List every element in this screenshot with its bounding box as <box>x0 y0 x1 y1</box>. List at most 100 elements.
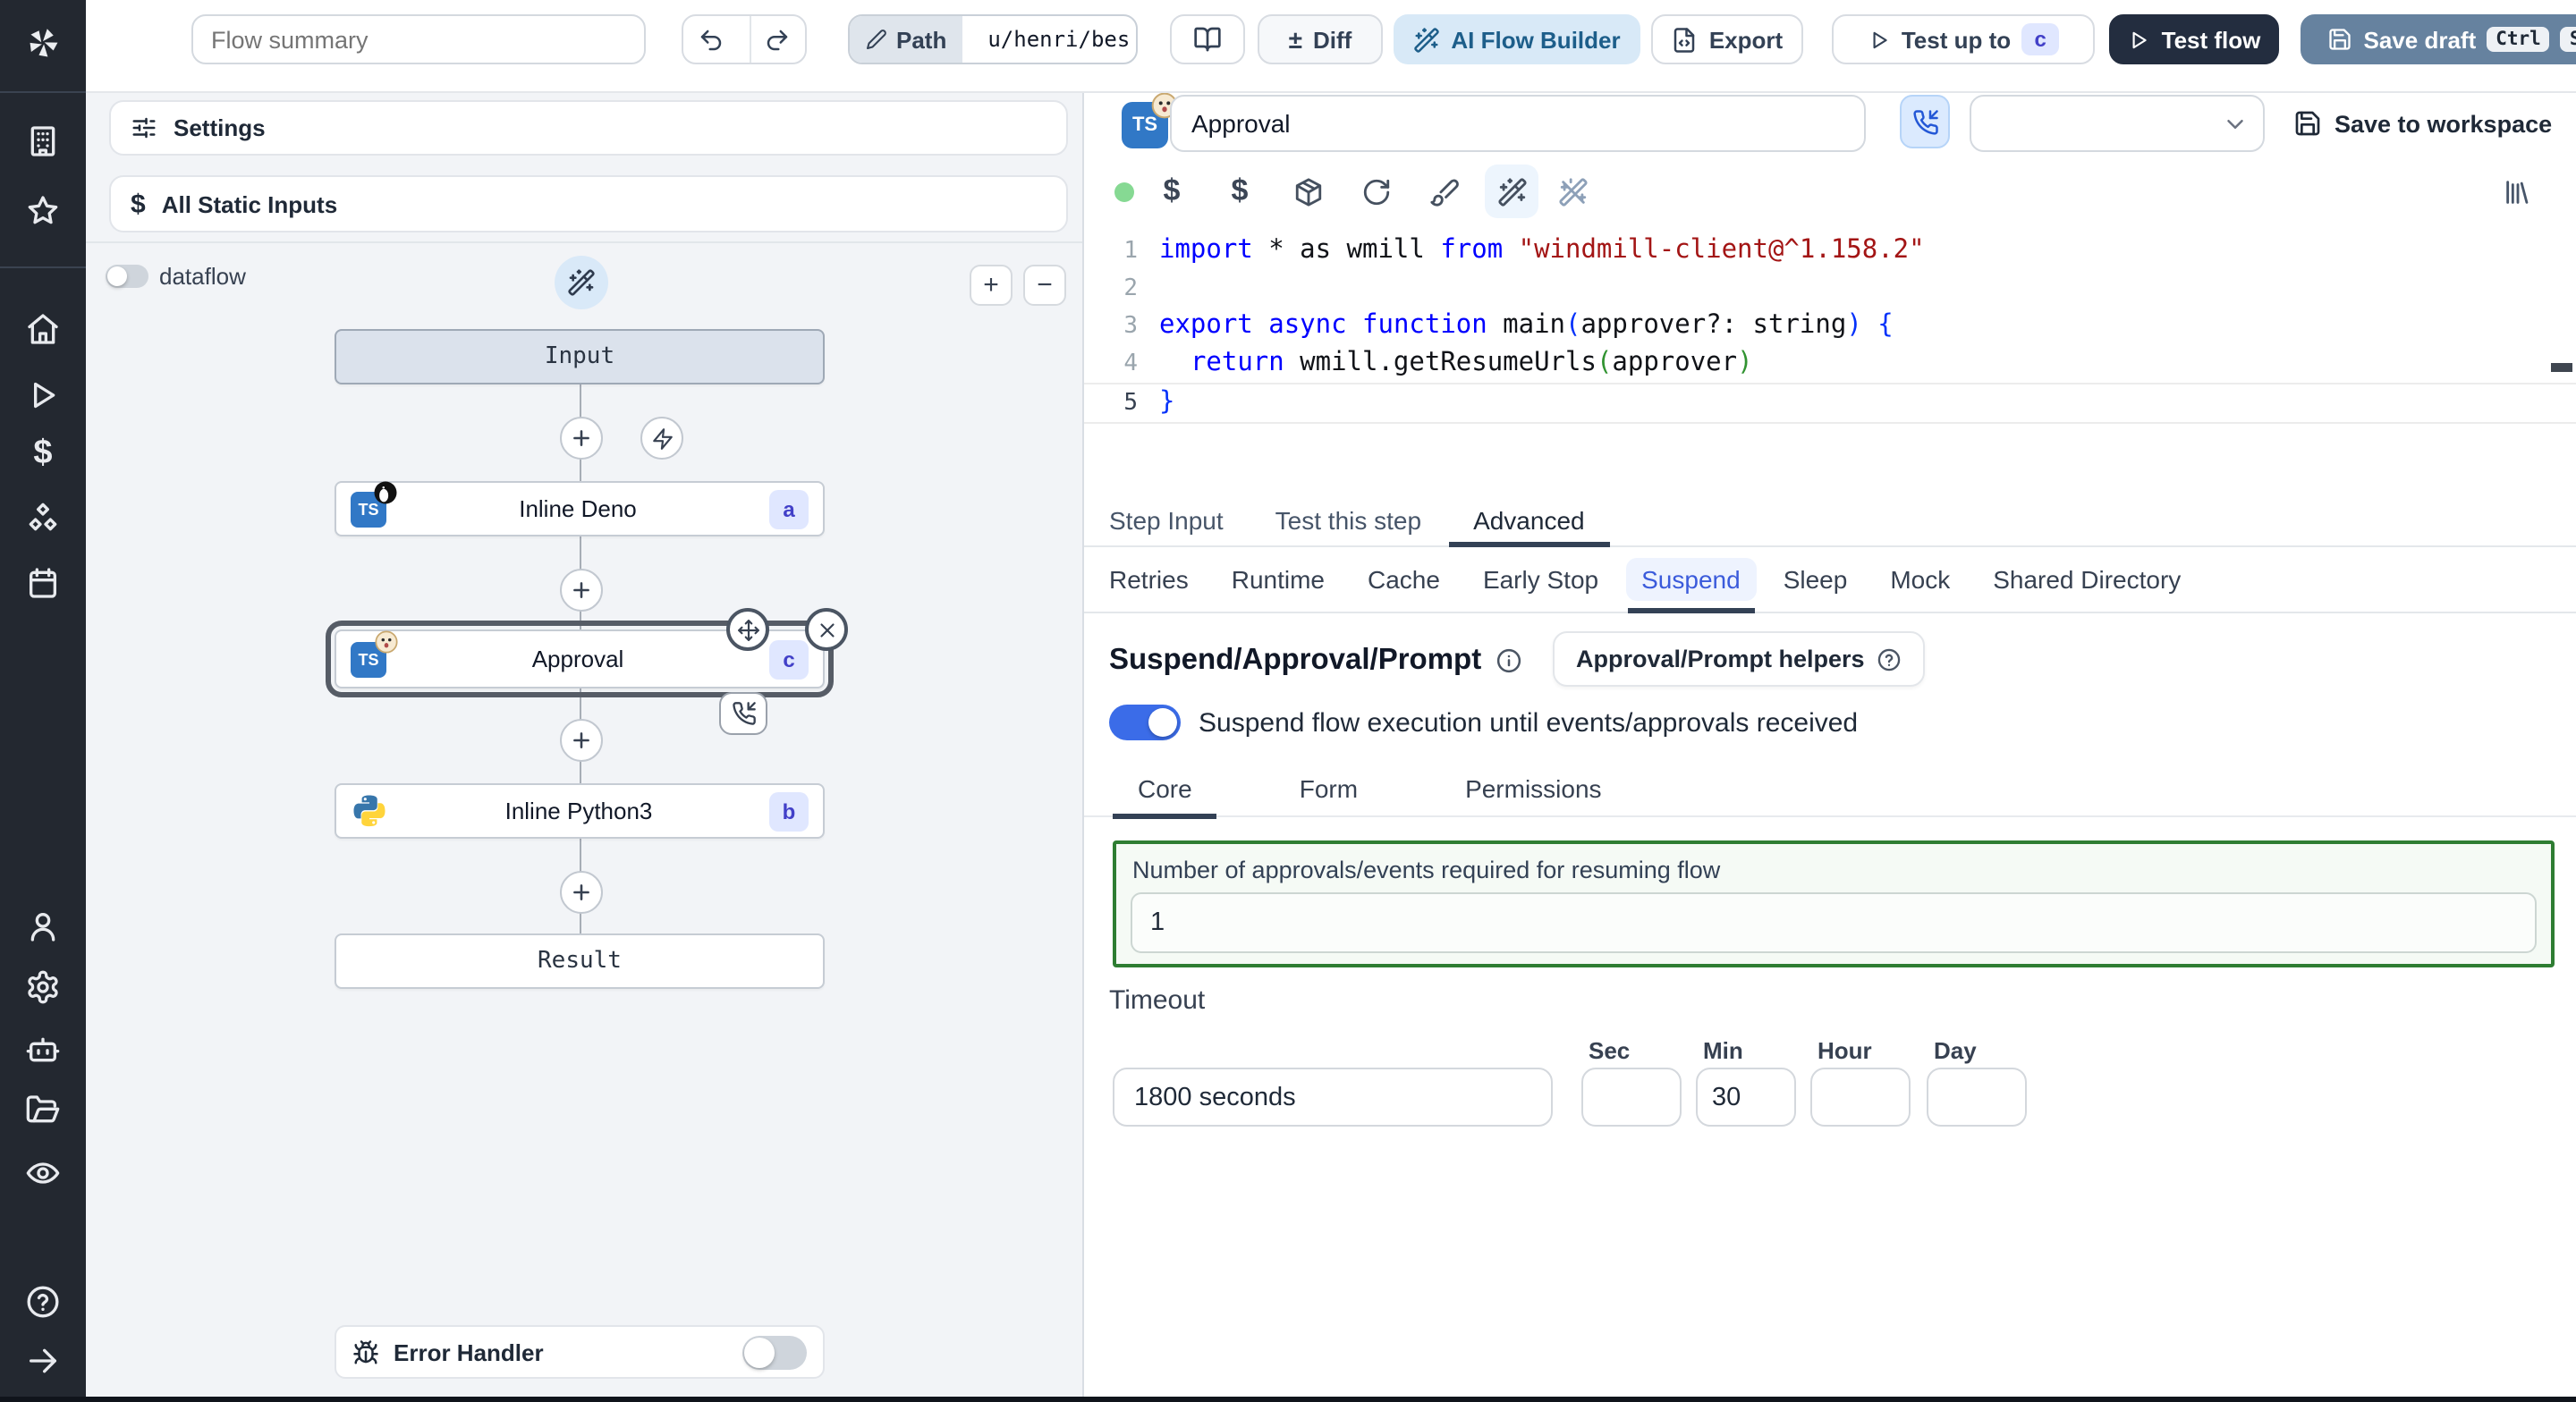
sidebar-item-workspace[interactable] <box>25 123 61 159</box>
docs-button[interactable] <box>1170 14 1245 64</box>
error-handler-toggle[interactable] <box>742 1335 807 1369</box>
tab-runtime[interactable]: Runtime <box>1232 545 1325 612</box>
suspend-approval-badge[interactable] <box>719 692 767 735</box>
export-button[interactable]: Export <box>1651 14 1803 64</box>
sidebar-item-help[interactable] <box>25 1284 61 1320</box>
move-icon <box>736 618 759 641</box>
sidebar-item-audit-logs[interactable] <box>25 1155 61 1191</box>
add-step-button[interactable] <box>560 719 603 762</box>
plus-icon <box>569 578 594 603</box>
undo-button[interactable] <box>683 16 738 63</box>
tab-suspend[interactable]: Suspend <box>1625 545 1757 613</box>
tab-step-input[interactable]: Step Input <box>1109 495 1224 545</box>
sidebar-item-variables[interactable]: $ <box>25 435 61 472</box>
add-trigger-button[interactable] <box>640 417 683 460</box>
dataflow-toggle[interactable] <box>106 265 148 288</box>
plus-icon <box>569 880 594 905</box>
sidebar-item-resources[interactable] <box>25 501 61 536</box>
script-version-select[interactable] <box>1970 95 2265 152</box>
save-draft-button[interactable]: Save draft Ctrl S <box>2301 14 2576 64</box>
sidebar-item-schedules[interactable] <box>25 565 61 601</box>
top-toolbar: Path u/henri/bes ± Diff AI Flow Builder … <box>86 0 2576 93</box>
windmill-logo-icon[interactable] <box>23 23 63 63</box>
suspend-approval-indicator-button[interactable] <box>1900 95 1950 148</box>
library-icon[interactable] <box>2497 172 2537 211</box>
timeout-label: Timeout <box>1109 985 1206 1016</box>
node-inline-deno[interactable]: TS Inline Deno a <box>335 481 825 536</box>
save-to-workspace-button[interactable]: Save to workspace <box>2293 104 2552 143</box>
ai-flow-builder-button[interactable]: AI Flow Builder <box>1394 14 1640 64</box>
timeout-min-input[interactable] <box>1696 1068 1796 1127</box>
approval-prompt-helpers-button[interactable]: Approval/Prompt helpers <box>1553 631 1926 687</box>
add-step-button[interactable] <box>560 569 603 612</box>
path-value: u/henri/bes <box>973 27 1136 52</box>
tab-permissions[interactable]: Permissions <box>1440 762 1627 815</box>
package-icon[interactable] <box>1288 172 1327 211</box>
dollar-icon: $ <box>131 189 146 219</box>
sidebar-item-settings[interactable] <box>25 969 61 1005</box>
hour-label: Hour <box>1818 1037 1872 1064</box>
suspend-toggle[interactable] <box>1109 705 1181 740</box>
tab-test-this-step[interactable]: Test this step <box>1275 495 1421 545</box>
add-step-button[interactable] <box>560 417 603 460</box>
ai-disable-icon[interactable] <box>1553 172 1592 211</box>
timeout-day-input[interactable] <box>1927 1068 2027 1127</box>
timeout-sec-input[interactable] <box>1581 1068 1682 1127</box>
approvals-required-group: Number of approvals/events required for … <box>1113 840 2555 967</box>
sidebar-expand-icon[interactable] <box>25 1343 61 1379</box>
error-handler-card[interactable]: Error Handler <box>335 1325 825 1379</box>
sec-label: Sec <box>1589 1037 1631 1064</box>
timeout-hour-input[interactable] <box>1810 1068 1911 1127</box>
save-icon <box>2293 109 2322 138</box>
format-brush-icon[interactable] <box>1424 172 1463 211</box>
tab-sleep[interactable]: Sleep <box>1784 545 1848 612</box>
node-input[interactable]: Input <box>335 329 825 384</box>
zoom-in-button[interactable]: + <box>970 265 1013 306</box>
resources-icon[interactable]: $ <box>1220 172 1259 211</box>
all-static-inputs-button[interactable]: $ All Static Inputs <box>109 175 1068 232</box>
tab-shared-directory[interactable]: Shared Directory <box>1993 545 2181 612</box>
redo-button[interactable] <box>749 16 805 63</box>
move-step-handle[interactable] <box>726 608 769 651</box>
bug-icon <box>352 1339 379 1365</box>
tab-mock[interactable]: Mock <box>1890 545 1950 612</box>
tab-form[interactable]: Form <box>1275 762 1383 815</box>
tab-core[interactable]: Core <box>1113 762 1218 819</box>
scrollbar-marker[interactable] <box>2551 363 2572 372</box>
test-flow-button[interactable]: Test flow <box>2109 14 2279 64</box>
variables-icon[interactable]: $ <box>1152 172 1191 211</box>
sidebar-item-folders[interactable] <box>25 1093 61 1128</box>
reload-icon[interactable] <box>1356 172 1395 211</box>
code-editor[interactable]: 1 import * as wmill from "windmill-client… <box>1084 218 2576 495</box>
step-id-badge: b <box>769 791 809 831</box>
sidebar-item-favorites[interactable] <box>25 193 61 229</box>
step-name-input[interactable] <box>1170 95 1866 152</box>
delete-step-button[interactable] <box>805 608 848 651</box>
node-result[interactable]: Result <box>335 933 825 989</box>
node-inline-python[interactable]: Inline Python3 b <box>335 783 825 839</box>
flow-summary-input[interactable] <box>191 14 646 64</box>
tab-cache[interactable]: Cache <box>1368 545 1440 612</box>
approvals-required-input[interactable] <box>1131 892 2537 953</box>
test-up-to-button[interactable]: Test up to c <box>1832 14 2095 64</box>
tab-early-stop[interactable]: Early Stop <box>1483 545 1598 612</box>
export-label: Export <box>1708 26 1784 53</box>
ai-assistant-icon[interactable] <box>1485 165 1538 218</box>
path-button[interactable]: Path u/henri/bes <box>848 14 1138 64</box>
save-icon <box>2328 27 2353 52</box>
sidebar-item-home[interactable] <box>25 311 61 347</box>
tab-retries[interactable]: Retries <box>1109 545 1189 612</box>
diff-button[interactable]: ± Diff <box>1258 14 1383 64</box>
ai-graph-wand-button[interactable] <box>555 256 608 309</box>
sidebar-item-workers[interactable] <box>25 1032 61 1068</box>
timeout-total-input[interactable] <box>1113 1068 1553 1127</box>
tab-advanced[interactable]: Advanced <box>1447 495 1611 547</box>
node-title: Inline Deno <box>519 495 637 522</box>
sidebar-item-runs[interactable] <box>25 377 61 413</box>
info-icon[interactable] <box>1496 646 1522 673</box>
sidebar-item-users[interactable] <box>25 908 61 944</box>
typescript-icon: TS <box>351 641 386 677</box>
zoom-out-button[interactable]: − <box>1023 265 1066 306</box>
add-step-button[interactable] <box>560 871 603 914</box>
flow-settings-button[interactable]: Settings <box>109 100 1068 156</box>
